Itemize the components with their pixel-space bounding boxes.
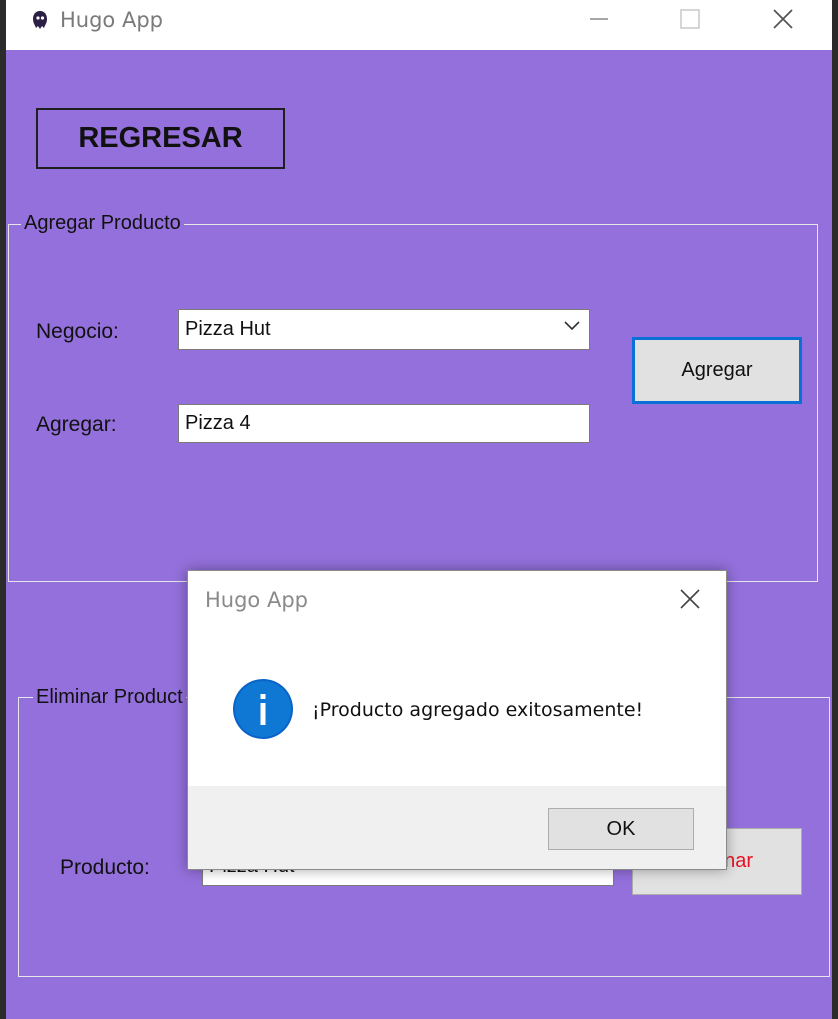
agregar-input[interactable]: Pizza 4	[178, 404, 590, 443]
dialog-footer: OK	[188, 786, 726, 869]
close-icon[interactable]	[760, 4, 806, 34]
info-icon	[233, 679, 293, 739]
message-dialog: Hugo App ¡Producto agregado exitosamente…	[187, 570, 727, 870]
close-icon[interactable]	[674, 583, 706, 615]
delete-product-legend: Eliminar Product	[33, 686, 186, 709]
chevron-down-icon	[564, 321, 580, 331]
regresar-button[interactable]: REGRESAR	[36, 108, 285, 169]
agregar-label: Agregar:	[36, 413, 117, 436]
eliminar-button-label: nar	[724, 850, 753, 872]
dialog-message: ¡Producto agregado exitosamente!	[312, 699, 644, 721]
agregar-button[interactable]: Agregar	[632, 337, 802, 404]
add-product-legend: Agregar Producto	[21, 212, 184, 235]
window-title: Hugo App	[60, 8, 163, 32]
negocio-label: Negocio:	[36, 320, 119, 343]
ok-button[interactable]: OK	[548, 808, 694, 850]
negocio-dropdown[interactable]: Pizza Hut	[178, 309, 590, 350]
producto-label: Producto:	[60, 856, 150, 879]
agregar-input-value: Pizza 4	[185, 412, 251, 434]
maximize-icon[interactable]	[666, 4, 712, 34]
app-icon	[33, 11, 47, 29]
minimize-icon[interactable]	[576, 4, 622, 34]
dialog-title: Hugo App	[205, 588, 308, 612]
title-bar: Hugo App	[6, 0, 832, 50]
negocio-selected-value: Pizza Hut	[185, 318, 271, 340]
